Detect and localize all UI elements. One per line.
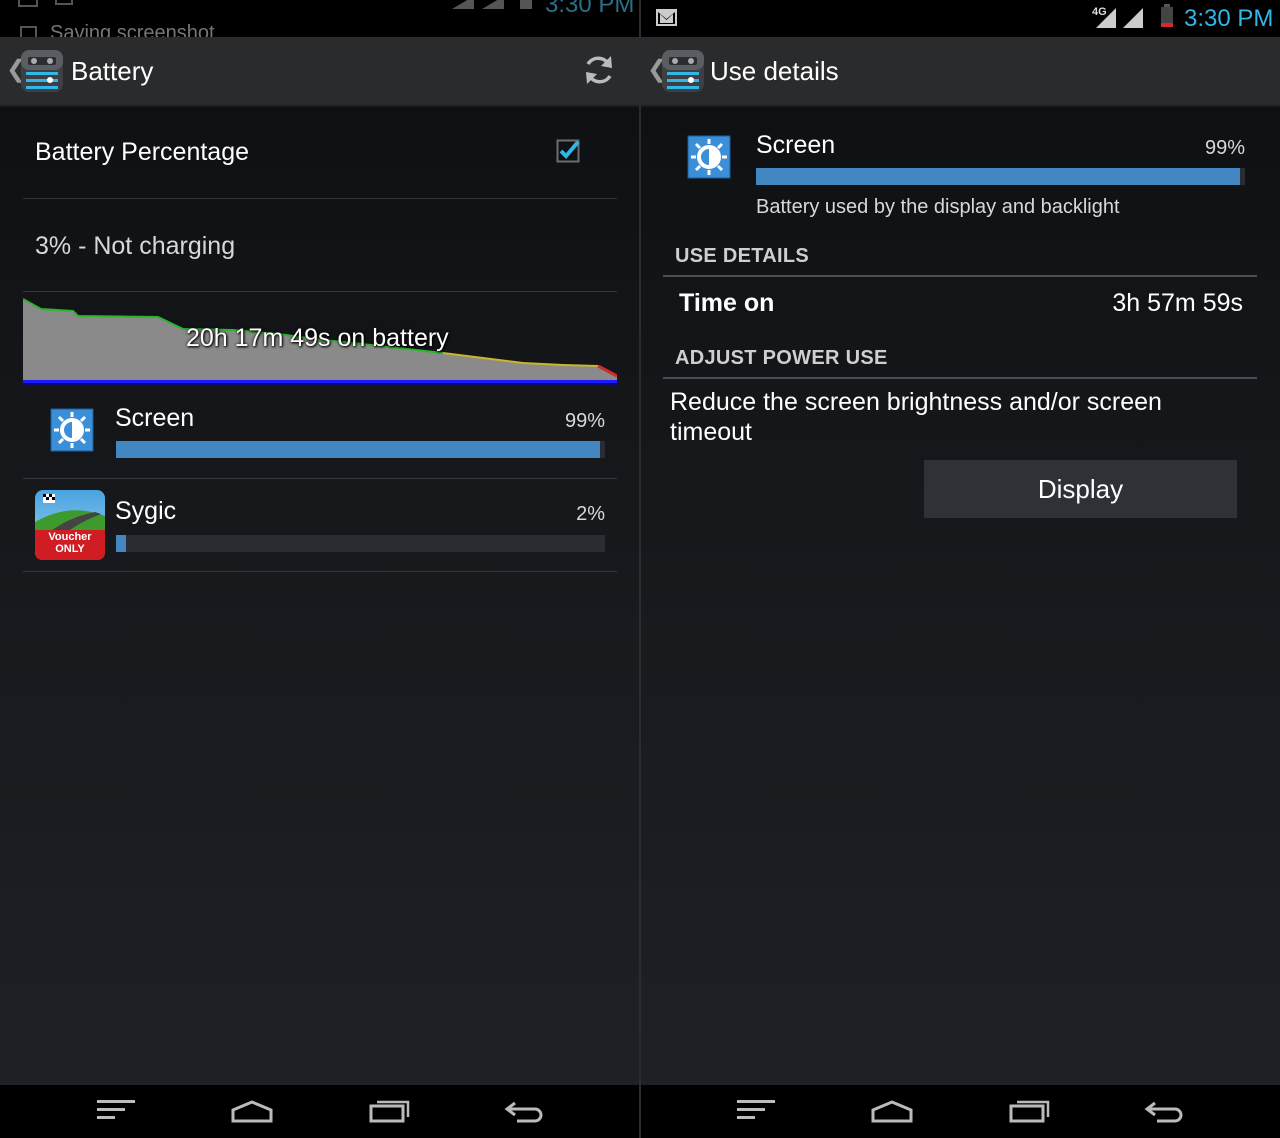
usage-name: Sygic: [115, 497, 177, 525]
navigation-bar: [641, 1085, 1280, 1138]
signal-icon: [452, 0, 504, 9]
battery-percentage-checkbox[interactable]: [556, 139, 580, 163]
action-bar: ❮ Battery: [0, 37, 640, 107]
use-details-header: USE DETAILS: [675, 245, 810, 267]
back-icon[interactable]: [503, 1098, 547, 1124]
usage-bar-fill: [116, 535, 126, 552]
home-icon[interactable]: [230, 1098, 274, 1124]
divider: [23, 571, 617, 572]
adjust-power-text: Reduce the screen brightness and/or scre…: [670, 388, 1162, 446]
display-settings-button[interactable]: Display: [924, 460, 1237, 518]
home-icon[interactable]: [870, 1098, 914, 1124]
status-time: 3:30 PM: [1184, 5, 1274, 32]
divider: [23, 478, 617, 479]
usage-bar: [116, 441, 605, 458]
section-rule: [663, 377, 1257, 379]
adjust-power-header: ADJUST POWER USE: [675, 347, 888, 369]
page-title: Battery: [71, 56, 154, 86]
usage-percent: 99%: [564, 410, 605, 432]
back-icon[interactable]: [1143, 1098, 1187, 1124]
detail-description: Battery used by the display and backligh…: [756, 196, 1120, 218]
page-title: Use details: [710, 56, 839, 86]
detail-usage-bar: [756, 168, 1245, 185]
gmail-notification-icon: [656, 9, 677, 26]
divider: [23, 291, 617, 292]
usage-bar-fill: [116, 441, 601, 458]
detail-usage-bar-fill: [756, 168, 1241, 185]
brightness-icon: [50, 408, 94, 452]
detail-item-name: Screen: [756, 131, 836, 159]
settings-app-icon[interactable]: [661, 49, 705, 93]
divider: [23, 198, 617, 199]
navigation-bar: [0, 1085, 640, 1138]
status-bar: Saving screenshot 3:30 PM: [0, 0, 640, 44]
settings-app-icon[interactable]: [20, 49, 64, 93]
status-bar: 4G 3:30 PM: [641, 0, 1280, 37]
usage-bar: [116, 535, 605, 552]
recent-apps-icon[interactable]: [368, 1098, 412, 1124]
menu-icon[interactable]: [735, 1098, 779, 1124]
usage-row-screen[interactable]: Screen 99%: [23, 388, 617, 478]
detail-item-percent: 99%: [1204, 137, 1245, 159]
action-bar: ❮ Use details: [641, 37, 1280, 107]
battery-low-icon: [1161, 4, 1173, 27]
battery-screen: Saving screenshot 3:30 PM ❮ Battery Batt…: [0, 0, 640, 1138]
sygic-badge-line-1: Voucher: [48, 531, 92, 543]
usage-name: Screen: [115, 404, 195, 432]
use-details-screen: 4G 3:30 PM ❮ Use details Screen 99% Batt…: [641, 0, 1280, 1138]
status-time: 3:30 PM: [545, 0, 635, 18]
battery-percentage-label: Battery Percentage: [35, 138, 250, 166]
time-on-value: 3h 57m 59s: [1112, 289, 1243, 317]
time-on-label: Time on: [679, 289, 775, 317]
usage-percent: 2%: [576, 503, 605, 525]
graph-time-on-battery: 20h 17m 49s on battery: [186, 324, 449, 352]
sygic-badge-line-2: ONLY: [55, 543, 85, 555]
refresh-icon[interactable]: [582, 53, 616, 87]
recent-apps-icon[interactable]: [1008, 1098, 1052, 1124]
battery-status-text: 3% - Not charging: [35, 232, 236, 260]
section-rule: [663, 275, 1257, 277]
signal-strength-icon: [1096, 8, 1143, 28]
screenshot-notification-icon: [18, 0, 73, 7]
menu-icon[interactable]: [95, 1098, 139, 1124]
usage-row-sygic[interactable]: Voucher ONLY Sygic 2%: [23, 480, 617, 570]
brightness-icon: [687, 135, 731, 179]
battery-icon: [520, 0, 532, 9]
